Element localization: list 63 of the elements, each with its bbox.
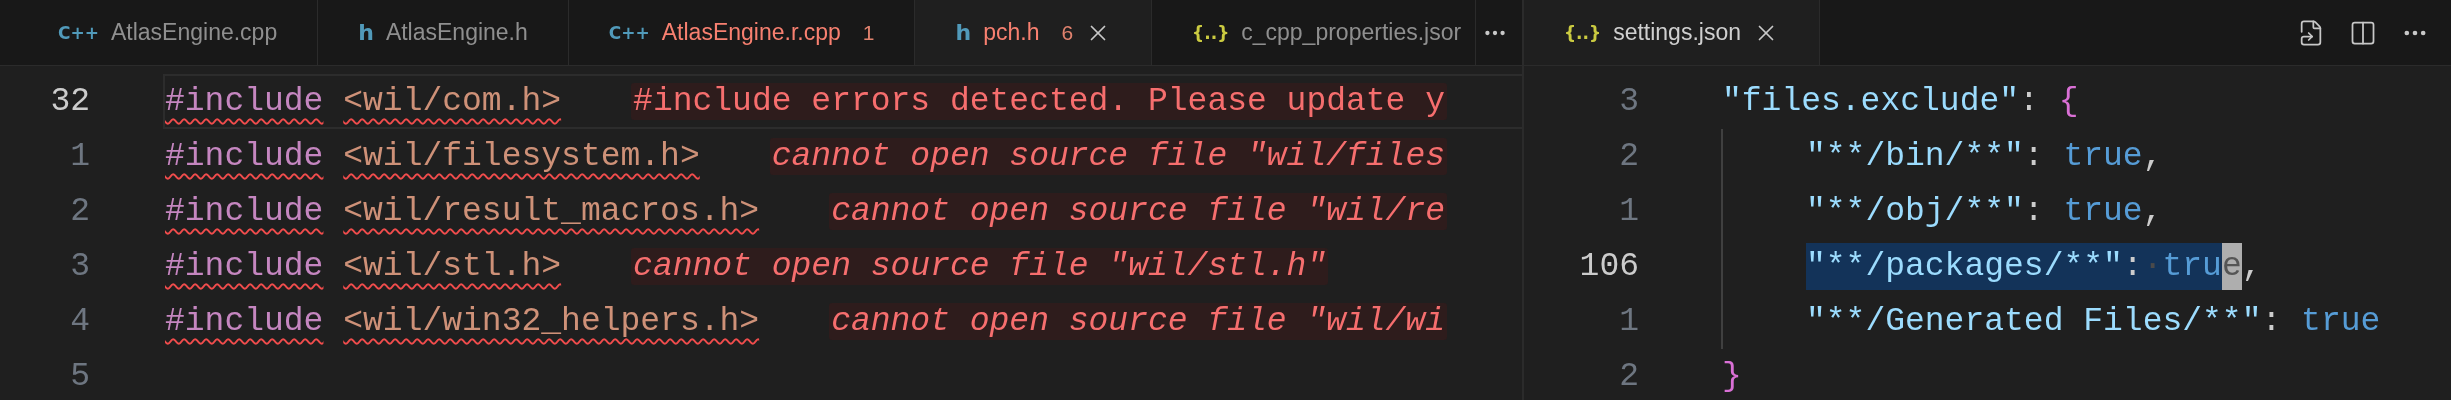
line-number: 32 (49, 83, 90, 120)
punctuation: , (2142, 138, 2163, 175)
file-type-icon: {..} (1192, 22, 1230, 43)
include-path: <wil/win32_helpers.h> (343, 303, 760, 340)
problem-count: 6 (1061, 20, 1074, 45)
tab-label: settings.json (1613, 19, 1741, 46)
line-number: 3 (69, 248, 90, 285)
punctuation: : (2023, 138, 2045, 175)
error-message: cannot open source file "wil/wi (829, 303, 1448, 340)
preprocessor-directive: #include (165, 83, 324, 120)
line-number: 1 (69, 138, 90, 175)
punctuation: : (2019, 83, 2040, 120)
preprocessor-directive: #include (165, 303, 324, 340)
editor-tab[interactable]: {..} settings.json (1524, 0, 1820, 65)
punctuation: , (2241, 248, 2262, 285)
line-number: 5 (69, 358, 90, 395)
editor-tab[interactable]: h pch.h 6 (915, 0, 1153, 65)
json-key: "**/obj/**" (1806, 193, 2024, 230)
line-number: 3 (1618, 83, 1639, 120)
include-path: <wil/result_macros.h> (343, 193, 760, 230)
error-message: #include errors detected. Please update y (631, 83, 1448, 120)
json-key: "files.exclude" (1722, 83, 2020, 120)
error-message: cannot open source file "wil/stl.h" (631, 248, 1329, 285)
brace: } (1722, 358, 1742, 395)
boolean-value: tru (2162, 243, 2222, 290)
line-number: 2 (69, 193, 90, 230)
boolean-value: true (2063, 193, 2143, 230)
line-number: 1 (1618, 303, 1639, 340)
include-path: <wil/filesystem.h> (343, 138, 700, 175)
line-number: 4 (69, 303, 90, 340)
json-key: "**/Generated Files/**" (1806, 303, 2262, 340)
preprocessor-directive: #include (165, 193, 324, 230)
tab-label: AtlasEngine.h (385, 19, 528, 46)
file-type-icon: h (358, 20, 374, 45)
cursor-character: e (2221, 243, 2242, 290)
include-path: <wil/stl.h> (343, 248, 562, 285)
boolean-value: true (2063, 138, 2143, 175)
tab-label: AtlasEngine.cpp (110, 19, 278, 46)
tab-label: pch.h (983, 19, 1040, 46)
json-key: "**/packages/**" (1806, 243, 2123, 290)
line-number: 2 (1618, 358, 1639, 395)
error-message: cannot open source file "wil/files (769, 138, 1448, 175)
punctuation: : (2023, 193, 2045, 230)
include-path: <wil/com.h> (343, 83, 562, 120)
tab-label: c_cpp_properties.jsor (1241, 19, 1462, 46)
file-type-icon: C++ (608, 22, 650, 43)
tab-label: AtlasEngine.r.cpp (661, 19, 841, 46)
json-key: "**/bin/**" (1806, 138, 2024, 175)
file-type-icon: C++ (58, 22, 99, 43)
punctuation: : (2261, 303, 2283, 340)
line-number: 2 (1618, 138, 1639, 175)
line-number: 106 (1578, 248, 1639, 285)
punctuation: , (2142, 193, 2163, 230)
preprocessor-directive: #include (165, 248, 324, 285)
boolean-value: true (2301, 303, 2381, 340)
file-type-icon: {..} (1564, 22, 1602, 43)
error-message: cannot open source file "wil/re (829, 193, 1448, 230)
punctuation: : (2122, 243, 2143, 290)
file-type-icon: h (955, 20, 972, 45)
preprocessor-directive: #include (165, 138, 324, 175)
problem-count: 1 (862, 20, 875, 45)
line-number: 1 (1618, 193, 1639, 230)
brace: { (2058, 83, 2079, 120)
